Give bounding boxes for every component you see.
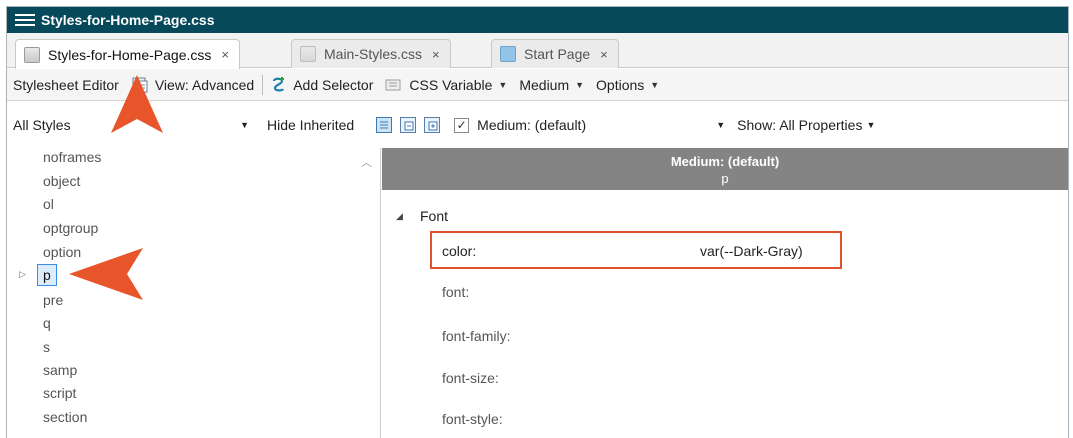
medium-select-value: Medium: (default) [477, 117, 587, 133]
medium-label: Medium [519, 76, 570, 93]
tab-styles-for-home-page[interactable]: Styles-for-Home-Page.css × [15, 39, 240, 69]
list-item[interactable]: script [43, 382, 76, 404]
medium-header: Medium: (default) [670, 154, 780, 169]
medium-checkbox[interactable]: ✓ [454, 117, 470, 133]
list-item[interactable]: noframes [43, 146, 101, 168]
close-icon[interactable]: × [221, 47, 229, 62]
property-name[interactable]: font-style: [442, 411, 503, 427]
selector-header: p [721, 171, 729, 186]
property-name[interactable]: font-family: [442, 328, 510, 344]
css-variable-label: CSS Variable [409, 76, 493, 93]
property-group-title: Font [420, 208, 449, 224]
dropdown-caret-icon: ▼ [575, 79, 585, 90]
medium-dropdown[interactable]: Medium ▼ [513, 69, 590, 100]
list-item[interactable]: s [43, 336, 50, 358]
list-view-icon[interactable] [376, 117, 393, 133]
show-properties-value: Show: All Properties [737, 117, 863, 133]
tab-label: Main-Styles.css [324, 46, 423, 62]
property-name[interactable]: font: [442, 284, 469, 300]
tab-label: Styles-for-Home-Page.css [48, 46, 212, 63]
stylesheet-editor-label: Stylesheet Editor [13, 76, 119, 93]
close-icon[interactable]: × [432, 47, 440, 62]
list-item[interactable]: q [43, 312, 51, 334]
property-value[interactable]: var(--Dark-Gray) [700, 243, 803, 259]
title-bar: Styles-for-Home-Page.css [7, 7, 1068, 33]
dropdown-caret-icon: ▼ [498, 79, 508, 90]
add-selector-label: Add Selector [293, 76, 374, 93]
property-name[interactable]: font-size: [442, 370, 499, 386]
dropdown-caret-icon: ▼ [240, 120, 249, 130]
property-name[interactable]: color: [442, 243, 476, 259]
dropdown-caret-icon: ▼ [716, 120, 726, 130]
window-title: Styles-for-Home-Page.css [41, 12, 215, 28]
collapse-triangle-icon[interactable]: ◢ [396, 211, 403, 222]
close-icon[interactable]: × [600, 47, 608, 62]
tab-label: Start Page [524, 46, 591, 62]
callout-arrow-icon [111, 75, 163, 133]
list-item[interactable]: ol [43, 193, 54, 215]
hide-inherited-toggle[interactable]: Hide Inherited [267, 117, 354, 133]
selector-list[interactable]: ︿ noframes object ol optgroup option ▷ p… [7, 148, 381, 438]
scroll-up-icon[interactable]: ︿ [361, 154, 372, 170]
add-selector-icon [273, 76, 285, 91]
tab-main-styles[interactable]: Main-Styles.css × [291, 39, 451, 68]
properties-header: Medium: (default) p [382, 148, 1068, 190]
styles-filter-value: All Styles [13, 117, 71, 133]
list-item[interactable]: section [43, 406, 87, 428]
hamburger-menu-icon[interactable] [15, 13, 35, 27]
css-file-icon [24, 46, 40, 63]
list-item[interactable]: pre [43, 289, 63, 311]
add-selector-button[interactable]: Add Selector [265, 69, 379, 100]
medium-select[interactable]: Medium: (default) ▼ [477, 117, 725, 133]
list-item[interactable]: object [43, 170, 80, 192]
options-label: Options [596, 76, 645, 93]
list-item[interactable]: samp [43, 359, 77, 381]
list-item-selected[interactable]: p [37, 264, 57, 286]
options-dropdown[interactable]: Options ▼ [590, 69, 665, 100]
show-properties-select[interactable]: Show: All Properties ▼ [737, 117, 875, 133]
collapse-all-icon[interactable] [400, 117, 417, 133]
properties-panel: Medium: (default) p ◢ Font color: var(--… [382, 148, 1068, 438]
expand-triangle-icon[interactable]: ▷ [19, 269, 26, 280]
dropdown-caret-icon: ▼ [866, 120, 876, 130]
css-file-icon [300, 46, 316, 62]
callout-arrow-icon [69, 248, 143, 300]
tab-start-page[interactable]: Start Page × [491, 39, 619, 68]
expand-all-icon[interactable] [424, 117, 441, 133]
view-label: View: Advanced [154, 76, 255, 93]
start-page-icon [500, 46, 516, 62]
toolbar-separator [262, 74, 264, 95]
dropdown-caret-icon: ▼ [650, 79, 660, 90]
tab-strip: Styles-for-Home-Page.css × Main-Styles.c… [7, 33, 1068, 69]
css-variable-dropdown[interactable]: CSS Variable ▼ [379, 69, 513, 100]
css-variable-icon [385, 79, 401, 90]
list-item[interactable]: optgroup [43, 217, 98, 239]
app-window: Styles-for-Home-Page.css Styles-for-Home… [6, 6, 1069, 438]
